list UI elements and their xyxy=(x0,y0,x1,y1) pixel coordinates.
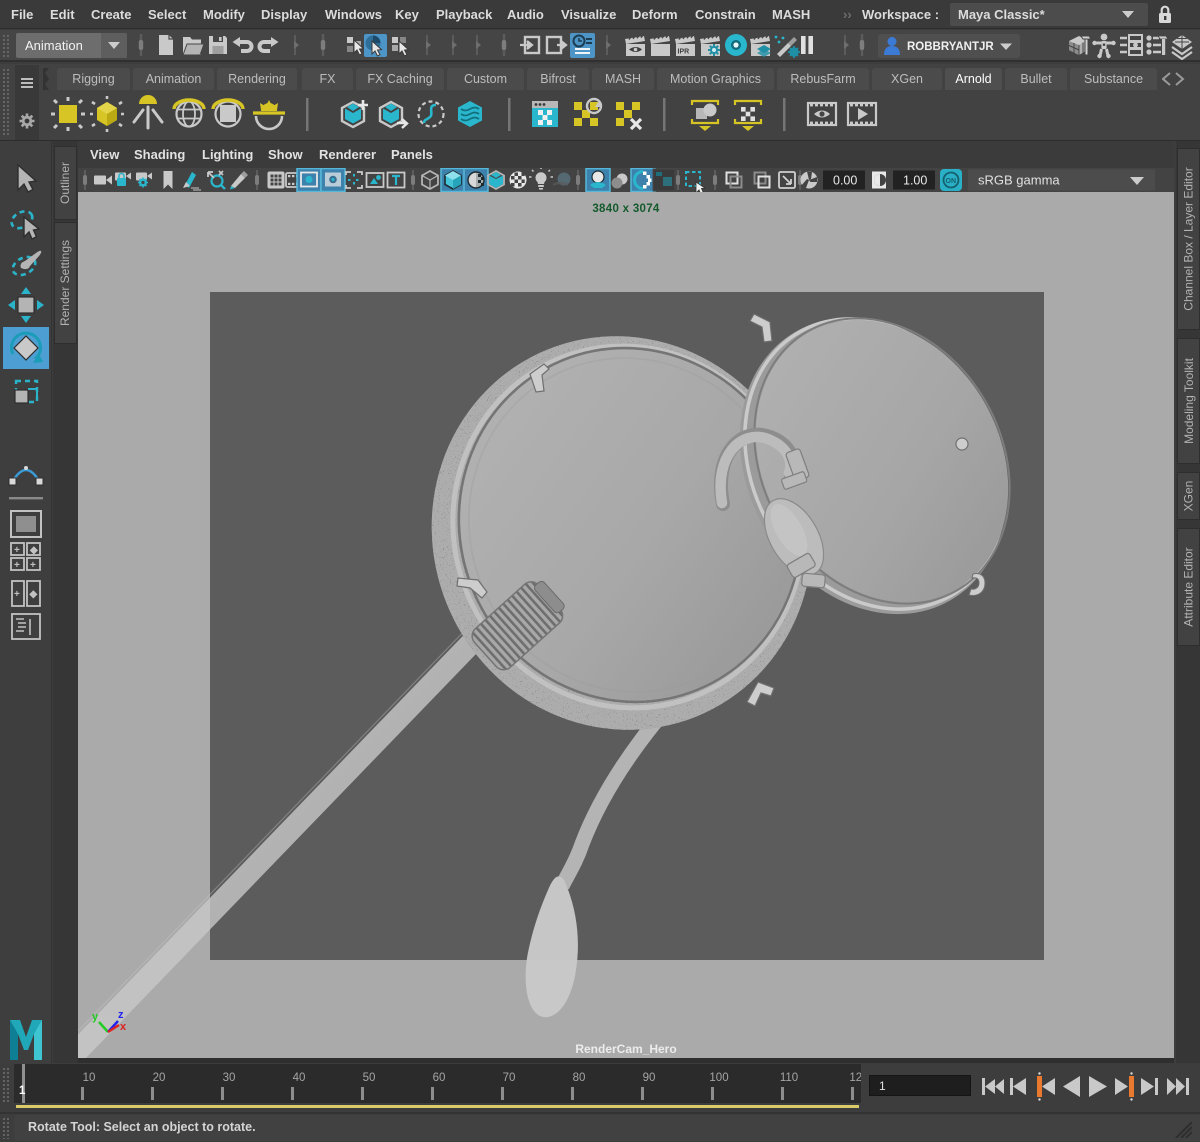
svg-text:+: + xyxy=(14,589,20,600)
svg-text:x: x xyxy=(120,1021,127,1033)
svg-text:ROBBRYANTJR: ROBBRYANTJR xyxy=(907,41,994,53)
svg-text:0.00: 0.00 xyxy=(833,174,857,188)
svg-text:+: + xyxy=(14,560,20,571)
svg-text:◆: ◆ xyxy=(29,589,38,600)
svg-text:z: z xyxy=(118,1009,124,1021)
svg-text:IPR: IPR xyxy=(678,49,690,56)
svg-text:ON: ON xyxy=(946,178,957,185)
svg-text:y: y xyxy=(92,1011,99,1023)
svg-text:+: + xyxy=(30,560,36,571)
svg-text:+: + xyxy=(14,545,20,556)
svg-text:◆: ◆ xyxy=(29,545,38,556)
svg-text:sRGB gamma: sRGB gamma xyxy=(978,173,1060,188)
svg-text:1.00: 1.00 xyxy=(903,174,927,188)
